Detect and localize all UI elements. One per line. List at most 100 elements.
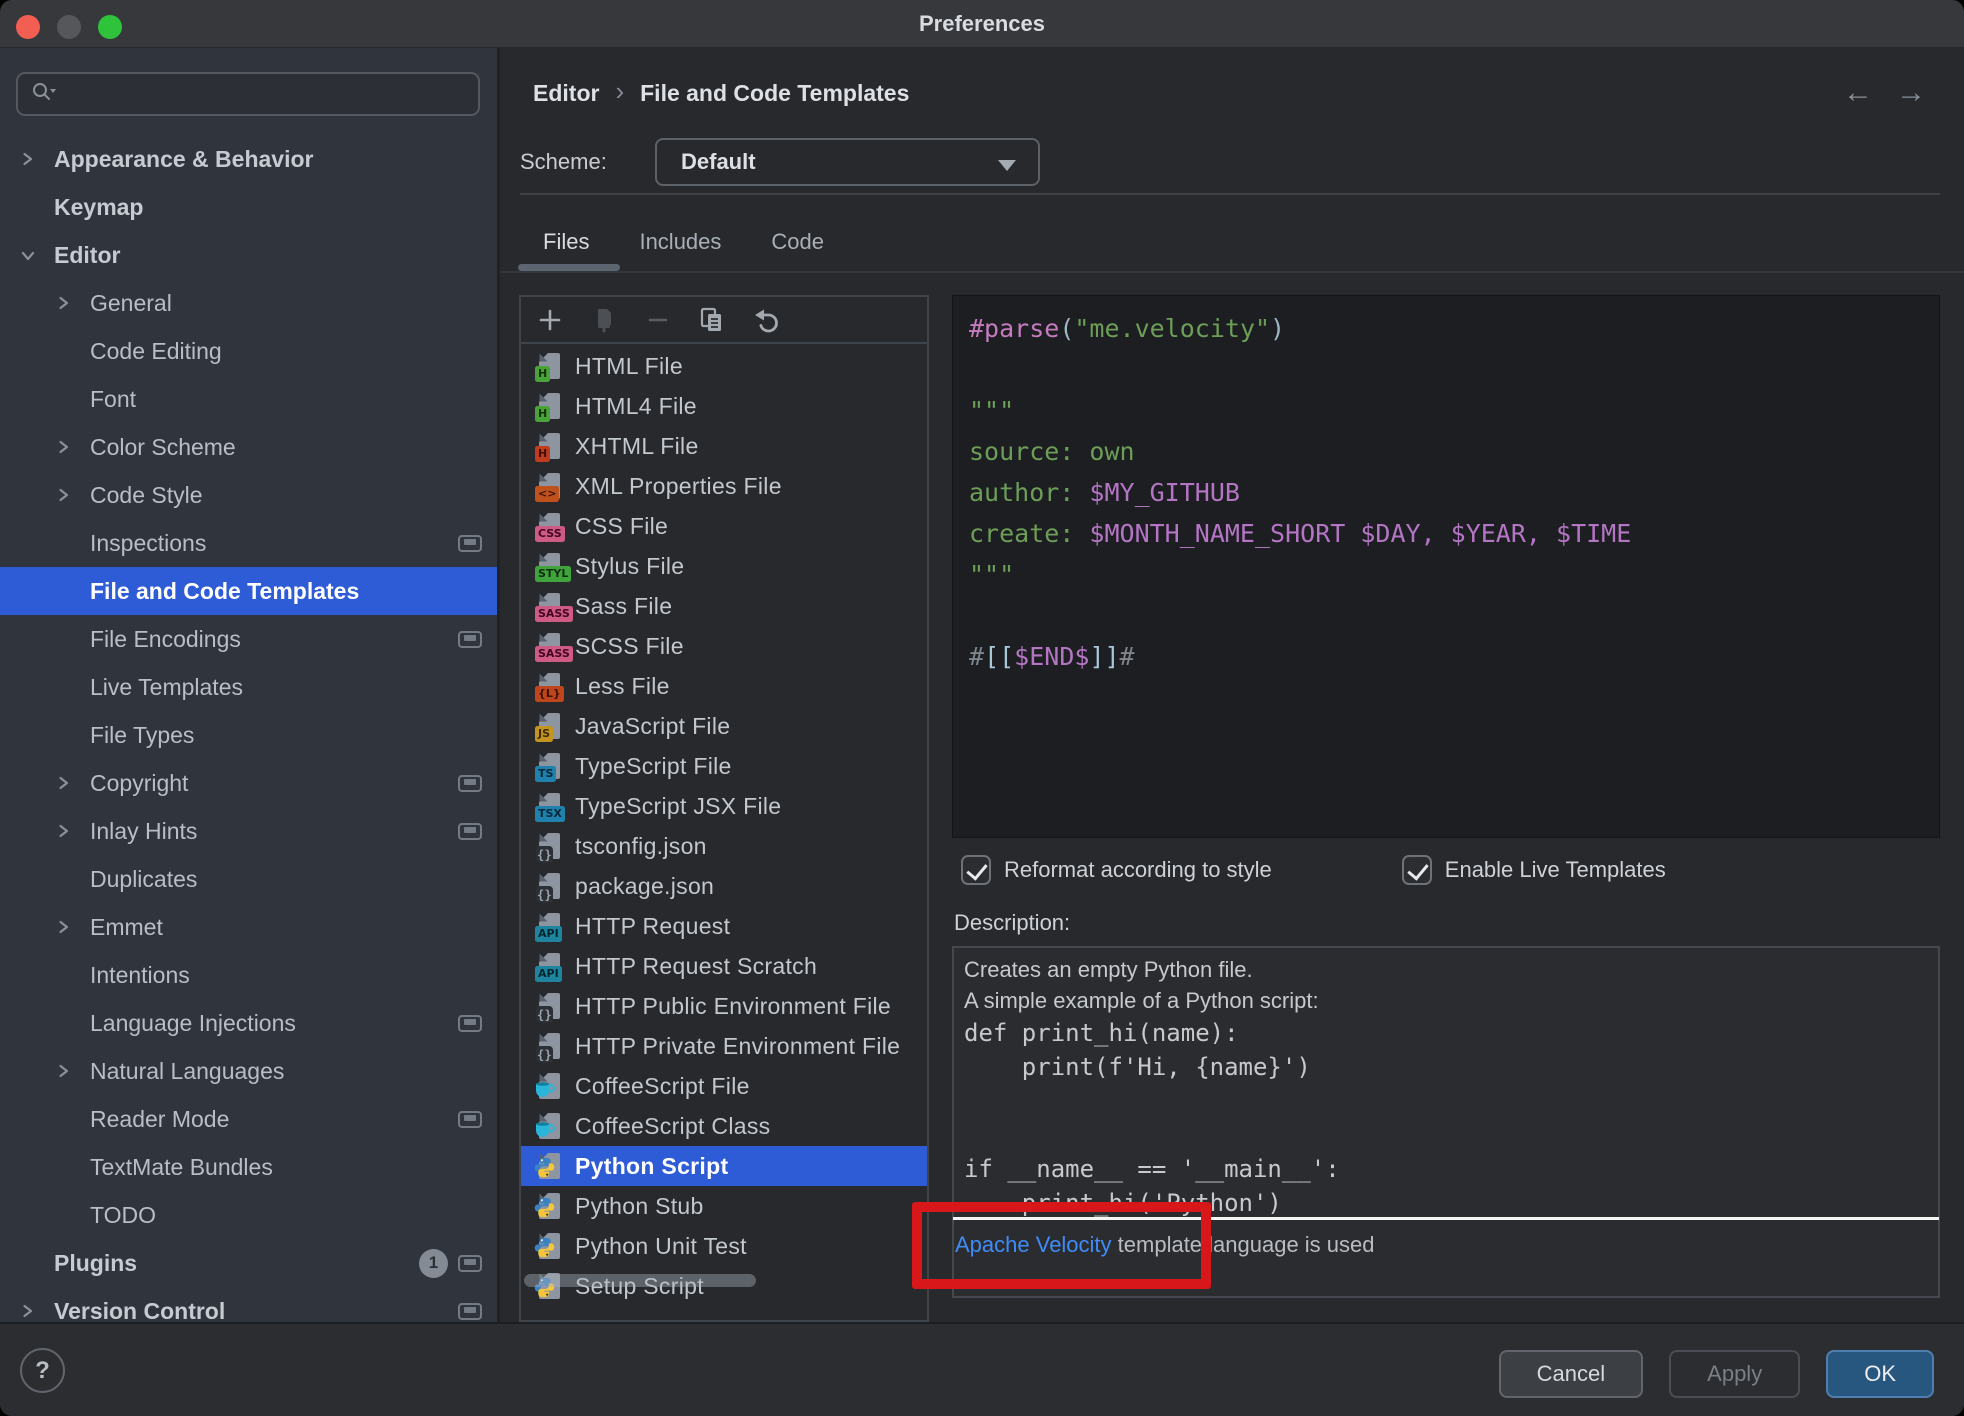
- sidebar-item-natural-languages[interactable]: Natural Languages: [0, 1047, 500, 1095]
- template-item-coffeescript-class[interactable]: CoffeeScript Class: [521, 1106, 927, 1146]
- back-button[interactable]: ←: [1843, 76, 1873, 110]
- forward-button[interactable]: →: [1896, 76, 1926, 110]
- preferences-window: Preferences Appearance & BehaviorKeymapE…: [0, 0, 1964, 1416]
- template-item-coffeescript-file[interactable]: CoffeeScript File: [521, 1066, 927, 1106]
- template-item-javascript-file[interactable]: JSJavaScript File: [521, 706, 927, 746]
- add-button[interactable]: [535, 305, 565, 335]
- template-item-html4-file[interactable]: HHTML4 File: [521, 386, 927, 426]
- breadcrumb-editor[interactable]: Editor: [533, 80, 599, 107]
- file-icon-text: CSS: [537, 512, 563, 540]
- template-item-http-request[interactable]: APIHTTP Request: [521, 906, 927, 946]
- chevron-right-icon[interactable]: [56, 775, 90, 791]
- chevron-right-icon[interactable]: [56, 919, 90, 935]
- tabs-divider: [500, 271, 1964, 273]
- template-item-scss-file[interactable]: SASSSCSS File: [521, 626, 927, 666]
- horizontal-scrollbar[interactable]: [524, 1274, 756, 1287]
- template-item-package-json[interactable]: {}package.json: [521, 866, 927, 906]
- template-item-tsconfig-json[interactable]: {}tsconfig.json: [521, 826, 927, 866]
- help-button[interactable]: ?: [20, 1348, 65, 1393]
- sidebar-item-emmet[interactable]: Emmet: [0, 903, 500, 951]
- sidebar-item-code-editing[interactable]: Code Editing: [0, 327, 500, 375]
- template-item-xml-properties-file[interactable]: <>XML Properties File: [521, 466, 927, 506]
- sidebar-item-file-encodings[interactable]: File Encodings: [0, 615, 500, 663]
- file-icon-json: {}: [537, 992, 563, 1020]
- sidebar-item-plugins[interactable]: Plugins1: [0, 1239, 500, 1287]
- chevron-right-icon[interactable]: [56, 823, 90, 839]
- breadcrumb-page: File and Code Templates: [640, 80, 909, 107]
- sidebar-item-file-and-code-templates[interactable]: File and Code Templates: [0, 567, 500, 615]
- tab-files[interactable]: Files: [543, 229, 589, 261]
- sidebar-item-version-control[interactable]: Version Control: [0, 1287, 500, 1322]
- template-item-label: XML Properties File: [575, 473, 782, 500]
- template-item-typescript-jsx-file[interactable]: TSXTypeScript JSX File: [521, 786, 927, 826]
- file-icon-json: {}: [537, 832, 563, 860]
- sidebar-item-duplicates[interactable]: Duplicates: [0, 855, 500, 903]
- sidebar-item-label: Language Injections: [90, 1010, 296, 1037]
- sidebar-item-textmate-bundles[interactable]: TextMate Bundles: [0, 1143, 500, 1191]
- sidebar-item-copyright[interactable]: Copyright: [0, 759, 500, 807]
- sidebar-item-language-injections[interactable]: Language Injections: [0, 999, 500, 1047]
- sidebar-item-appearance-behavior[interactable]: Appearance & Behavior: [0, 135, 500, 183]
- chevron-right-icon[interactable]: [56, 487, 90, 503]
- template-item-python-unit-test[interactable]: Python Unit Test: [521, 1226, 927, 1266]
- settings-search-box[interactable]: [16, 72, 480, 116]
- chevron-right-icon[interactable]: [20, 151, 54, 167]
- chevron-right-icon[interactable]: [56, 295, 90, 311]
- remove-button[interactable]: [643, 305, 673, 335]
- sidebar-item-extras: [458, 1015, 482, 1032]
- enable-live-templates-checkbox[interactable]: [1402, 855, 1432, 885]
- tab-includes[interactable]: Includes: [639, 229, 721, 261]
- template-item-python-stub[interactable]: Python Stub: [521, 1186, 927, 1226]
- sidebar-item-editor[interactable]: Editor: [0, 231, 500, 279]
- template-item-css-file[interactable]: CSSCSS File: [521, 506, 927, 546]
- on-panel-icon: [458, 631, 482, 648]
- template-item-http-public-environment-file[interactable]: {}HTTP Public Environment File: [521, 986, 927, 1026]
- chevron-right-icon[interactable]: [20, 1303, 54, 1319]
- sidebar-item-live-templates[interactable]: Live Templates: [0, 663, 500, 711]
- sidebar-item-label: File and Code Templates: [90, 578, 359, 605]
- sidebar-item-inlay-hints[interactable]: Inlay Hints: [0, 807, 500, 855]
- sidebar-item-reader-mode[interactable]: Reader Mode: [0, 1095, 500, 1143]
- copy-template-button[interactable]: [589, 305, 619, 335]
- template-item-label: Python Unit Test: [575, 1233, 747, 1260]
- ok-button[interactable]: OK: [1826, 1350, 1934, 1398]
- file-icon-text: TS: [537, 752, 563, 780]
- template-item-less-file[interactable]: {L}Less File: [521, 666, 927, 706]
- template-item-sass-file[interactable]: SASSSass File: [521, 586, 927, 626]
- sidebar-item-label: Plugins: [54, 1250, 137, 1277]
- template-item-xhtml-file[interactable]: HXHTML File: [521, 426, 927, 466]
- template-item-typescript-file[interactable]: TSTypeScript File: [521, 746, 927, 786]
- duplicate-button[interactable]: [697, 305, 727, 335]
- cancel-button[interactable]: Cancel: [1499, 1350, 1643, 1398]
- template-item-http-request-scratch[interactable]: APIHTTP Request Scratch: [521, 946, 927, 986]
- file-icon-python: [537, 1232, 563, 1260]
- sidebar-item-label: Intentions: [90, 962, 190, 989]
- chevron-right-icon[interactable]: [56, 439, 90, 455]
- search-input[interactable]: [60, 82, 478, 107]
- template-item-html-file[interactable]: HHTML File: [521, 346, 927, 386]
- scheme-select[interactable]: Default: [655, 138, 1040, 186]
- template-item-label: HTTP Request Scratch: [575, 953, 817, 980]
- sidebar-item-intentions[interactable]: Intentions: [0, 951, 500, 999]
- sidebar-item-font[interactable]: Font: [0, 375, 500, 423]
- sidebar-item-code-style[interactable]: Code Style: [0, 471, 500, 519]
- sidebar-item-inspections[interactable]: Inspections: [0, 519, 500, 567]
- template-item-http-private-environment-file[interactable]: {}HTTP Private Environment File: [521, 1026, 927, 1066]
- sidebar-item-file-types[interactable]: File Types: [0, 711, 500, 759]
- apply-button[interactable]: Apply: [1669, 1350, 1800, 1398]
- sidebar-item-todo[interactable]: TODO: [0, 1191, 500, 1239]
- tab-code[interactable]: Code: [771, 229, 824, 261]
- template-editor[interactable]: #parse("me.velocity") """source: ownauth…: [952, 295, 1940, 838]
- editor-line: [969, 595, 1923, 636]
- template-item-label: HTML File: [575, 353, 683, 380]
- revert-button[interactable]: [751, 305, 781, 335]
- sidebar-item-general[interactable]: General: [0, 279, 500, 327]
- sidebar-item-keymap[interactable]: Keymap: [0, 183, 500, 231]
- reformat-according-to-style-checkbox[interactable]: [961, 855, 991, 885]
- chevron-right-icon[interactable]: [56, 1063, 90, 1079]
- template-item-python-script[interactable]: Python Script: [521, 1146, 927, 1186]
- footer-buttons: Cancel Apply OK: [1499, 1350, 1934, 1398]
- chevron-down-icon[interactable]: [20, 248, 54, 263]
- sidebar-item-color-scheme[interactable]: Color Scheme: [0, 423, 500, 471]
- template-item-stylus-file[interactable]: STYLStylus File: [521, 546, 927, 586]
